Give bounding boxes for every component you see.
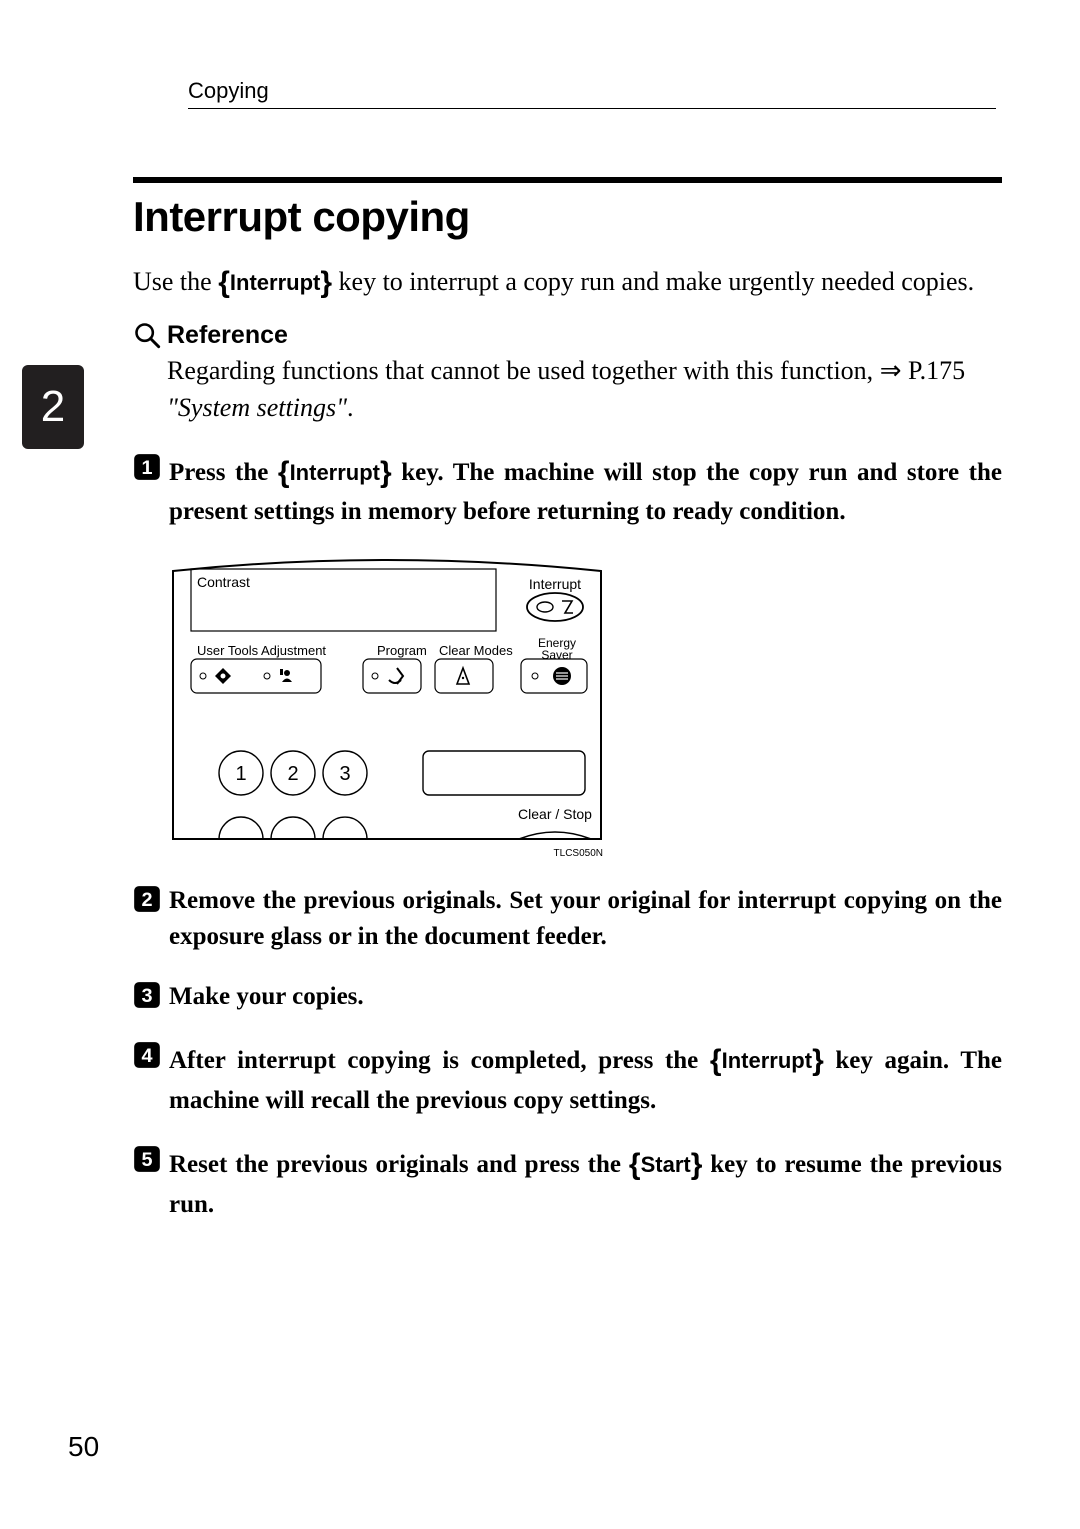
- key-label: Start: [641, 1152, 691, 1177]
- figure-code: TLCS050N: [167, 848, 607, 859]
- reference-body: Regarding functions that cannot be used …: [167, 352, 1002, 427]
- step-number-icon: 5: [133, 1145, 161, 1173]
- text-italic: "System settings": [167, 393, 347, 422]
- page-number: 50: [68, 1431, 99, 1463]
- text: key to interrupt a copy run and make urg…: [332, 267, 974, 296]
- interrupt-label: Interrupt: [529, 576, 581, 592]
- keypad-1: 1: [235, 763, 246, 785]
- user-tools-label: User Tools: [197, 643, 259, 658]
- keypad-2: 2: [287, 763, 298, 785]
- chapter-tab: 2: [22, 365, 84, 449]
- chapter-number: 2: [41, 382, 65, 432]
- control-panel-figure: Contrast Interrupt User Tools Adjustment…: [167, 547, 1002, 859]
- step-3: 3 Make your copies.: [133, 979, 1002, 1015]
- step-number-icon: 4: [133, 1041, 161, 1069]
- svg-text:3: 3: [141, 985, 152, 1007]
- section-title: Interrupt copying: [133, 193, 1002, 241]
- step-1: 1 Press the {Interrupt} key. The machine…: [133, 451, 1002, 531]
- divider: [188, 108, 996, 109]
- svg-text:4: 4: [141, 1045, 152, 1067]
- text: Remove the previous originals. Set your …: [169, 887, 1002, 950]
- text: After interrupt copying is completed, pr…: [169, 1047, 710, 1074]
- text: Regarding functions that cannot be used …: [167, 356, 880, 385]
- clear-stop-label: Clear / Stop: [518, 806, 592, 822]
- svg-text:5: 5: [141, 1149, 152, 1171]
- saver-label: Saver: [541, 648, 572, 662]
- magnifier-icon: [133, 321, 161, 349]
- text: Make your copies.: [169, 983, 364, 1010]
- key-label: Interrupt: [230, 270, 320, 295]
- running-head: Copying: [188, 78, 1002, 104]
- section-intro: Use the {Interrupt} key to interrupt a c…: [133, 261, 1002, 305]
- keypad-3: 3: [339, 763, 350, 785]
- program-label: Program: [377, 643, 427, 658]
- step-5: 5 Reset the previous originals and press…: [133, 1143, 1002, 1223]
- arrow-icon: ⇒: [880, 356, 902, 385]
- contrast-label: Contrast: [197, 574, 250, 590]
- control-panel-svg: Contrast Interrupt User Tools Adjustment…: [167, 547, 607, 847]
- step-4: 4 After interrupt copying is completed, …: [133, 1039, 1002, 1119]
- reference-heading: Reference: [133, 321, 1002, 350]
- svg-text:1: 1: [141, 457, 152, 479]
- section-rule: [133, 177, 1002, 183]
- svg-text:2: 2: [141, 889, 152, 911]
- clear-modes-label: Clear Modes: [439, 643, 513, 658]
- text: .: [347, 393, 354, 422]
- key-label: Interrupt: [290, 460, 380, 485]
- adjustment-label: Adjustment: [261, 643, 326, 658]
- reference-title: Reference: [167, 321, 288, 350]
- text: Press the: [169, 459, 278, 486]
- text: P.175: [901, 356, 965, 385]
- step-number-icon: 3: [133, 981, 161, 1009]
- text: Reset the previous originals and press t…: [169, 1151, 629, 1178]
- key-label: Interrupt: [722, 1048, 812, 1073]
- step-number-icon: 2: [133, 885, 161, 913]
- step-number-icon: 1: [133, 453, 161, 481]
- text: Use the: [133, 267, 218, 296]
- step-2: 2 Remove the previous originals. Set you…: [133, 883, 1002, 956]
